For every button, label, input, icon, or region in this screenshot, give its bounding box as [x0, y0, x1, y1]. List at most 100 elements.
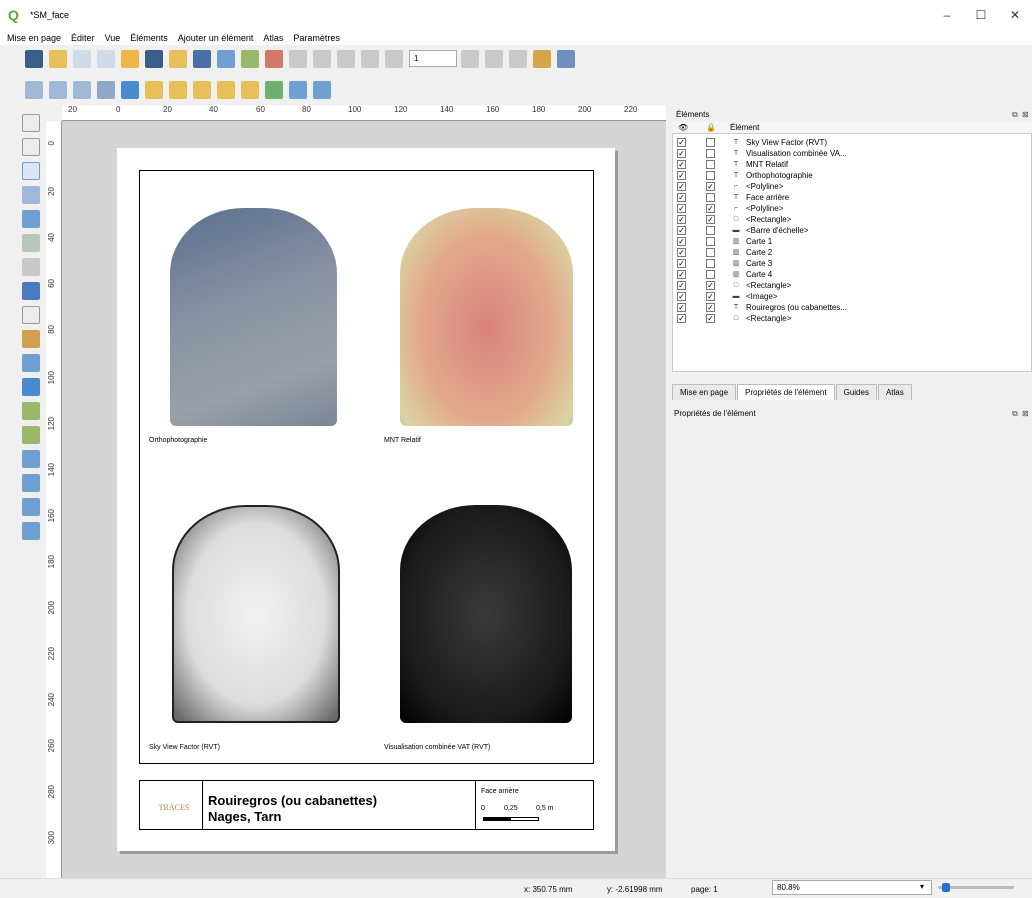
label-vat[interactable]: Visualisation combinée VAT (RVT): [384, 744, 490, 751]
visibility-checkbox[interactable]: ✓: [677, 270, 686, 279]
visibility-checkbox[interactable]: ✓: [677, 215, 686, 224]
lock-checkbox[interactable]: ✓: [706, 292, 715, 301]
element-name[interactable]: Sky View Factor (RVT): [746, 137, 827, 148]
lock-checkbox[interactable]: ✓: [706, 204, 715, 213]
export-pdf-icon[interactable]: [265, 49, 283, 68]
visibility-checkbox[interactable]: ✓: [677, 193, 686, 202]
element-row[interactable]: ✓ ▬ <Barre d'échelle>: [672, 225, 1032, 236]
unlock-items-icon[interactable]: [169, 80, 187, 99]
lock-checkbox[interactable]: [706, 149, 715, 158]
visibility-checkbox[interactable]: ✓: [677, 259, 686, 268]
element-row[interactable]: ✓ ✓ ⌐ <Polyline>: [672, 181, 1032, 192]
float-panel-icon[interactable]: ⧉: [1012, 409, 1018, 419]
element-name[interactable]: Orthophotographie: [746, 170, 813, 181]
lock-checkbox[interactable]: [706, 237, 715, 246]
move-content-icon[interactable]: [22, 186, 40, 204]
print-atlas-icon[interactable]: [509, 49, 527, 68]
lock-checkbox[interactable]: [706, 270, 715, 279]
tab-proprietes-element[interactable]: Propriétés de l'élément: [737, 384, 835, 400]
element-name[interactable]: <Image>: [746, 291, 778, 302]
lock-icon[interactable]: 🔒: [706, 123, 716, 132]
lock-checkbox[interactable]: ✓: [706, 182, 715, 191]
pan-hand-icon[interactable]: [22, 114, 40, 132]
tab-mise-en-page[interactable]: Mise en page: [672, 384, 737, 400]
element-row[interactable]: ✓ ✓ ▬ <Image>: [672, 291, 1032, 302]
add-html-icon[interactable]: [22, 522, 40, 540]
minimize-button[interactable]: –: [930, 0, 964, 30]
visibility-checkbox[interactable]: ✓: [677, 248, 686, 257]
select-tool-icon[interactable]: [22, 162, 40, 180]
group-icon[interactable]: [193, 80, 211, 99]
column-element[interactable]: Élément: [730, 123, 759, 132]
element-name[interactable]: <Rectangle>: [746, 313, 791, 324]
element-row[interactable]: ✓ ✓ □ <Rectangle>: [672, 313, 1032, 324]
atlas-settings-icon[interactable]: [557, 49, 575, 68]
next-feature-icon[interactable]: [461, 49, 479, 68]
scale-bar[interactable]: [483, 817, 539, 821]
add-arrow-icon[interactable]: [22, 426, 40, 444]
refresh-icon[interactable]: [121, 80, 139, 99]
zoom-full-icon[interactable]: [97, 80, 115, 99]
distribute-icon[interactable]: [289, 80, 307, 99]
element-row[interactable]: ✓ ▥ Carte 2: [672, 247, 1032, 258]
element-name[interactable]: Visualisation combinée VA...: [746, 148, 847, 159]
previous-feature-icon[interactable]: [385, 49, 403, 68]
new-layout-icon[interactable]: [49, 49, 67, 68]
lock-checkbox[interactable]: [706, 248, 715, 257]
label-orthophoto[interactable]: Orthophotographie: [149, 437, 207, 444]
last-feature-icon[interactable]: [485, 49, 503, 68]
label-mnt-relatif[interactable]: MNT Relatif: [384, 437, 421, 444]
save-icon[interactable]: [25, 49, 43, 68]
element-name[interactable]: <Polyline>: [746, 181, 783, 192]
element-name[interactable]: MNT Relatif: [746, 159, 788, 170]
add-map-icon[interactable]: [22, 234, 40, 252]
element-name[interactable]: <Rectangle>: [746, 214, 791, 225]
add-scalebar-icon[interactable]: [22, 354, 40, 372]
edit-nodes-icon[interactable]: [22, 210, 40, 228]
layout-manager-icon[interactable]: [97, 49, 115, 68]
label-sky-view-factor[interactable]: Sky View Factor (RVT): [149, 744, 220, 751]
element-row[interactable]: ✓ ✓ □ <Rectangle>: [672, 280, 1032, 291]
map-orthophoto[interactable]: [170, 208, 337, 426]
lock-checkbox[interactable]: ✓: [706, 303, 715, 312]
element-row[interactable]: ✓ T Visualisation combinée VA...: [672, 148, 1032, 159]
close-panel-icon[interactable]: ⊠: [1022, 110, 1029, 119]
visibility-checkbox[interactable]: ✓: [677, 171, 686, 180]
chevron-down-icon[interactable]: ▾: [920, 882, 924, 891]
lock-checkbox[interactable]: ✓: [706, 281, 715, 290]
add-fixed-table-icon[interactable]: [22, 498, 40, 516]
element-row[interactable]: ✓ T Sky View Factor (RVT): [672, 137, 1032, 148]
site-name[interactable]: Rouiregros (ou cabanettes): [208, 793, 377, 808]
add-picture-icon[interactable]: [22, 282, 40, 300]
visibility-checkbox[interactable]: ✓: [677, 314, 686, 323]
export-svg-icon[interactable]: [241, 49, 259, 68]
lock-checkbox[interactable]: [706, 193, 715, 202]
element-name[interactable]: Carte 3: [746, 258, 772, 269]
element-row[interactable]: ✓ ▥ Carte 4: [672, 269, 1032, 280]
site-location[interactable]: Nages, Tarn: [208, 809, 281, 824]
zoom-tool-icon[interactable]: [22, 138, 40, 156]
element-row[interactable]: ✓ ▥ Carte 3: [672, 258, 1032, 269]
visibility-checkbox[interactable]: ✓: [677, 138, 686, 147]
lock-checkbox[interactable]: [706, 171, 715, 180]
element-row[interactable]: ✓ ✓ T Rouiregros (ou cabanettes...: [672, 302, 1032, 313]
menu-mise-en-page[interactable]: Mise en page: [7, 33, 61, 43]
close-panel-icon[interactable]: ⊠: [1022, 409, 1029, 418]
tab-guides[interactable]: Guides: [835, 384, 877, 400]
zoom-in-icon[interactable]: [25, 80, 43, 99]
face-label[interactable]: Face arrière: [481, 788, 519, 795]
element-row[interactable]: ✓ T Orthophotographie: [672, 170, 1032, 181]
zoom-out-icon[interactable]: [49, 80, 67, 99]
element-row[interactable]: ✓ ✓ ⌐ <Polyline>: [672, 203, 1032, 214]
map-vat[interactable]: [400, 505, 572, 723]
atlas-preview-icon[interactable]: [337, 49, 355, 68]
add-label-icon[interactable]: [22, 306, 40, 324]
export-atlas-icon[interactable]: [533, 49, 551, 68]
element-name[interactable]: <Polyline>: [746, 203, 783, 214]
visibility-checkbox[interactable]: ✓: [677, 292, 686, 301]
menu-vue[interactable]: Vue: [105, 33, 121, 43]
element-row[interactable]: ✓ T Face arrière: [672, 192, 1032, 203]
visibility-checkbox[interactable]: ✓: [677, 160, 686, 169]
lock-checkbox[interactable]: ✓: [706, 215, 715, 224]
lock-items-icon[interactable]: [145, 80, 163, 99]
